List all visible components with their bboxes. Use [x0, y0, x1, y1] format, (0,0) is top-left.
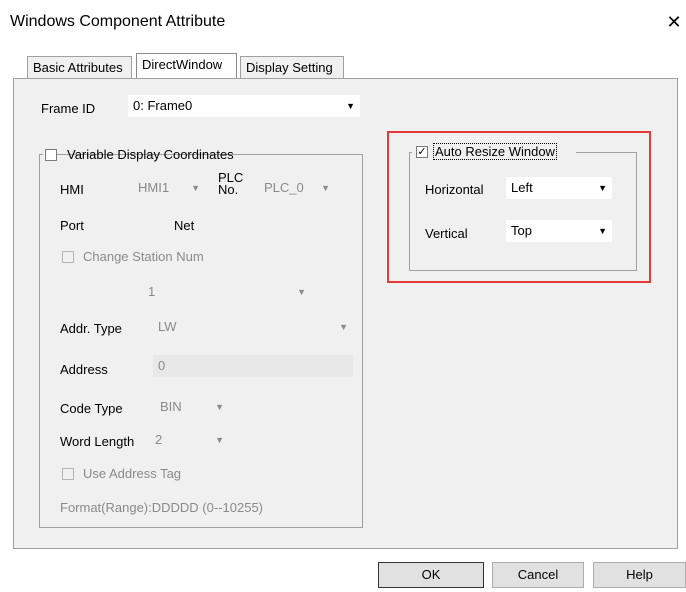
addr-type-label: Addr. Type [60, 321, 122, 336]
chevron-down-icon: ▼ [215, 435, 224, 445]
close-icon[interactable]: ✕ [664, 12, 684, 32]
hmi-value: HMI1 [138, 180, 170, 195]
chevron-down-icon: ▼ [191, 183, 200, 193]
tab-display-setting[interactable]: Display Setting [240, 56, 344, 78]
plc-value: PLC_0 [264, 180, 304, 195]
use-address-tag-label: Use Address Tag [83, 466, 182, 481]
plc-label: PLC No. [218, 171, 243, 197]
use-address-tag-checkbox[interactable] [62, 468, 74, 480]
horizontal-value: Left [511, 180, 533, 195]
chevron-down-icon: ▼ [321, 183, 330, 193]
chevron-down-icon: ▼ [598, 226, 607, 236]
address-label: Address [60, 362, 108, 377]
chevron-down-icon: ▼ [297, 287, 306, 297]
plc-label-line2: No. [218, 182, 239, 197]
change-station-checkbox[interactable] [62, 251, 74, 263]
hmi-select[interactable]: HMI1 ▼ [133, 177, 205, 199]
chevron-down-icon: ▼ [346, 101, 355, 111]
chevron-down-icon: ▼ [598, 183, 607, 193]
tab-directwindow[interactable]: DirectWindow [136, 53, 237, 80]
code-type-select[interactable]: BIN ▼ [155, 396, 229, 418]
horizontal-select[interactable]: Left ▼ [506, 177, 612, 199]
tab-basic-attributes[interactable]: Basic Attributes [27, 56, 132, 78]
chevron-down-icon: ▼ [215, 402, 224, 412]
port-label: Port [60, 218, 84, 233]
change-station-label: Change Station Num [83, 249, 204, 264]
address-value: 0 [158, 358, 166, 373]
ok-button[interactable]: OK [378, 562, 484, 588]
horizontal-label: Horizontal [425, 182, 484, 197]
code-type-label: Code Type [60, 401, 123, 416]
variable-coordinates-label[interactable]: Variable Display Coordinates [67, 147, 234, 162]
variable-coordinates-legend: Variable Display Coordinates [43, 146, 234, 164]
station-select[interactable]: 1 ▼ [143, 281, 311, 303]
cancel-button[interactable]: Cancel [492, 562, 584, 588]
format-range-text: Format(Range):DDDDD (0--10255) [60, 500, 263, 515]
frame-id-value: 0: Frame0 [133, 98, 193, 113]
port-value: Net [174, 218, 195, 233]
window-title: Windows Component Attribute [10, 13, 226, 30]
vertical-select[interactable]: Top ▼ [506, 220, 612, 242]
code-type-value: BIN [160, 399, 182, 414]
word-length-label: Word Length [60, 434, 135, 449]
hmi-label: HMI [60, 182, 84, 197]
word-length-select[interactable]: 2 ▼ [150, 429, 229, 451]
vertical-label: Vertical [425, 226, 468, 241]
addr-type-value: LW [158, 319, 177, 334]
variable-coordinates-checkbox[interactable] [45, 149, 57, 161]
address-input[interactable]: 0 [153, 355, 353, 377]
auto-resize-group [409, 152, 637, 271]
auto-resize-label[interactable]: Auto Resize Window [433, 143, 557, 160]
auto-resize-legend: ✓ Auto Resize Window [412, 143, 576, 161]
plc-select[interactable]: PLC_0 ▼ [259, 177, 335, 199]
frame-id-select[interactable]: 0: Frame0 ▼ [128, 95, 360, 117]
chevron-down-icon: ▼ [339, 322, 348, 332]
frame-id-label: Frame ID [41, 101, 96, 116]
vertical-value: Top [511, 223, 532, 238]
word-length-value: 2 [155, 432, 163, 447]
addr-type-select[interactable]: LW ▼ [153, 316, 353, 338]
auto-resize-checkbox[interactable]: ✓ [416, 146, 428, 158]
station-value: 1 [148, 284, 156, 299]
help-button[interactable]: Help [593, 562, 686, 588]
